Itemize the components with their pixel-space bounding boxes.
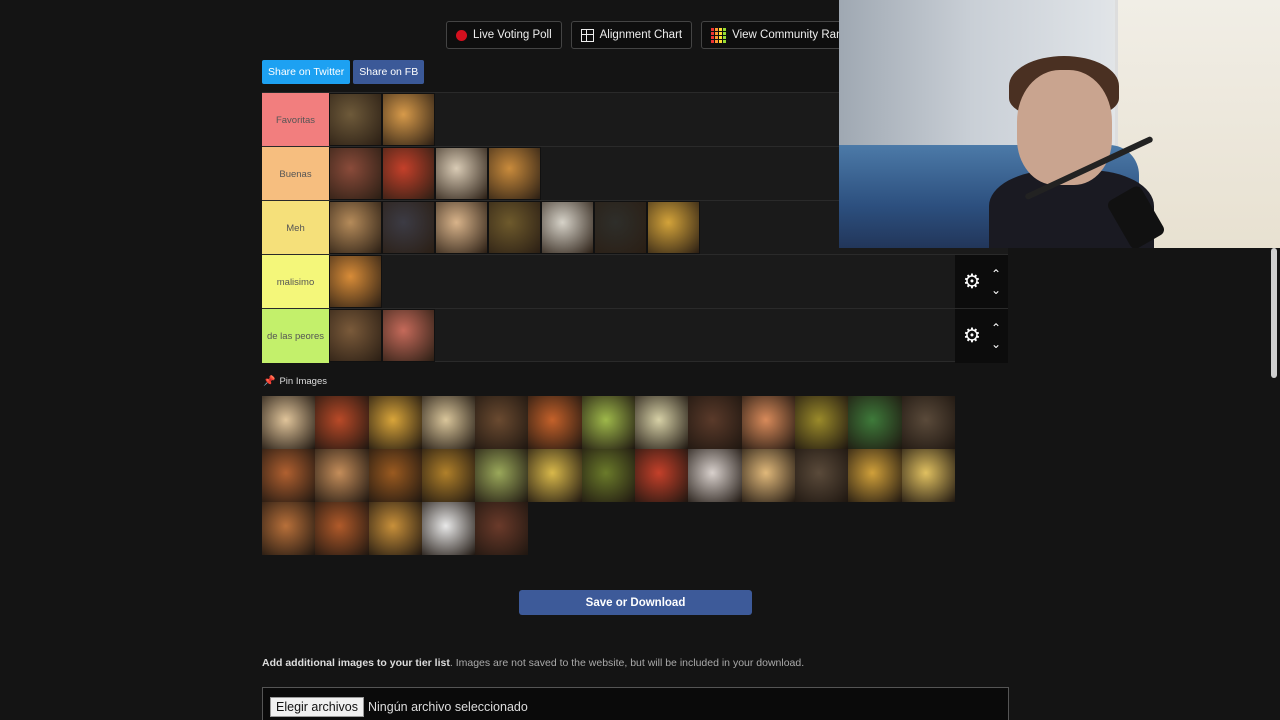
- pin-images-toggle[interactable]: 📌 Pin Images: [263, 376, 327, 387]
- food-image-tile[interactable]: [488, 147, 541, 200]
- chevron-down-icon[interactable]: ⌄: [991, 337, 1001, 351]
- pin-icon: 📌: [263, 376, 276, 387]
- pool-image-tile[interactable]: [421, 449, 476, 502]
- live-voting-poll-label: Live Voting Poll: [473, 29, 552, 41]
- food-image-tile[interactable]: [329, 147, 382, 200]
- chevron-up-icon[interactable]: ⌃: [991, 267, 1001, 281]
- chevron-down-icon[interactable]: ⌄: [991, 283, 1001, 297]
- record-dot-icon: [456, 29, 467, 41]
- food-image-tile[interactable]: [382, 309, 435, 362]
- pool-image-tile[interactable]: [528, 396, 582, 449]
- pool-image-tile[interactable]: [741, 449, 795, 502]
- live-voting-poll-button[interactable]: Live Voting Poll: [446, 21, 562, 49]
- food-image-tile[interactable]: [382, 147, 435, 200]
- tier-label[interactable]: malisimo: [262, 255, 329, 309]
- tier-controls: ⚙ ⌃ ⌄: [955, 255, 1008, 309]
- pool-image-tile[interactable]: [635, 396, 689, 449]
- pool-image-tile[interactable]: [635, 449, 689, 502]
- pool-image-tile[interactable]: [794, 396, 849, 449]
- tier-items: [329, 93, 435, 146]
- gear-icon[interactable]: ⚙: [961, 271, 983, 293]
- share-fb-button[interactable]: Share on FB: [353, 60, 425, 84]
- pool-image-tile[interactable]: [475, 449, 529, 502]
- tier-label[interactable]: de las peores: [262, 309, 329, 363]
- pool-image-tile[interactable]: [262, 396, 316, 449]
- view-community-rank-label: View Community Rank: [732, 29, 849, 41]
- tier-label[interactable]: Buenas: [262, 147, 329, 201]
- food-image-tile[interactable]: [329, 201, 382, 254]
- tier-label[interactable]: Favoritas: [262, 93, 329, 147]
- tier-items: [329, 255, 382, 308]
- webcam-person: [989, 56, 1167, 248]
- page-scrollbar[interactable]: [1271, 248, 1277, 378]
- pool-image-tile[interactable]: [581, 396, 636, 449]
- share-buttons: Share on Twitter Share on FB: [262, 60, 425, 84]
- food-image-tile[interactable]: [594, 201, 647, 254]
- file-input: Elegir archivos Ningún archivo seleccion…: [262, 687, 1009, 720]
- food-image-tile[interactable]: [435, 147, 488, 200]
- pool-image-tile[interactable]: [368, 449, 422, 502]
- pool-image-tile[interactable]: [688, 396, 742, 449]
- add-images-info-rest: . Images are not saved to the website, b…: [449, 657, 805, 669]
- food-image-tile[interactable]: [647, 201, 700, 254]
- pool-image-tile[interactable]: [421, 396, 476, 449]
- add-images-info-bold: Add additional images to your tier list: [262, 657, 450, 669]
- food-image-tile[interactable]: [435, 201, 488, 254]
- webcam-overlay: [839, 0, 1280, 248]
- food-image-tile[interactable]: [541, 201, 594, 254]
- pin-images-label: Pin Images: [279, 376, 327, 387]
- alignment-chart-label: Alignment Chart: [599, 29, 683, 41]
- choose-files-button[interactable]: Elegir archivos: [270, 697, 364, 717]
- grid-icon: [580, 28, 594, 42]
- pool-image-tile[interactable]: [368, 502, 422, 555]
- tier-row: malisimo ⚙ ⌃ ⌄: [262, 254, 1008, 309]
- pool-image-tile[interactable]: [741, 396, 795, 449]
- pool-image-tile[interactable]: [262, 502, 316, 555]
- tier-row: de las peores ⚙ ⌃ ⌄: [262, 308, 1008, 363]
- pool-image-tile[interactable]: [315, 396, 369, 449]
- file-status: Ningún archivo seleccionado: [367, 700, 528, 714]
- food-image-tile[interactable]: [329, 93, 382, 146]
- pool-image-tile[interactable]: [901, 396, 955, 449]
- pool-image-tile[interactable]: [848, 449, 902, 502]
- pool-image-tile[interactable]: [581, 449, 636, 502]
- food-image-tile[interactable]: [382, 93, 435, 146]
- save-download-button[interactable]: Save or Download: [519, 590, 752, 615]
- pool-image-tile[interactable]: [528, 449, 582, 502]
- tier-controls: ⚙ ⌃ ⌄: [955, 309, 1008, 363]
- pool-image-tile[interactable]: [421, 502, 476, 555]
- pool-image-tile[interactable]: [315, 449, 369, 502]
- image-pool: [262, 396, 1008, 555]
- alignment-chart-button[interactable]: Alignment Chart: [570, 21, 693, 49]
- pool-image-tile[interactable]: [368, 396, 422, 449]
- tier-items: [329, 201, 700, 254]
- pool-image-tile[interactable]: [475, 502, 529, 555]
- view-community-rank-button[interactable]: View Community Rank: [701, 21, 859, 49]
- pool-image-tile[interactable]: [848, 396, 902, 449]
- pool-image-tile[interactable]: [475, 396, 529, 449]
- share-twitter-button[interactable]: Share on Twitter: [262, 60, 351, 84]
- tier-label[interactable]: Meh: [262, 201, 329, 255]
- tier-items: [329, 309, 435, 362]
- food-image-tile[interactable]: [329, 309, 382, 362]
- add-images-info: Add additional images to your tier list.…: [262, 657, 804, 669]
- pool-image-tile[interactable]: [794, 449, 849, 502]
- pool-image-tile[interactable]: [688, 449, 742, 502]
- tier-items: [329, 147, 541, 200]
- top-toolbar: Live Voting Poll Alignment Chart View Co…: [446, 21, 859, 49]
- food-image-tile[interactable]: [382, 201, 435, 254]
- food-image-tile[interactable]: [329, 255, 382, 308]
- colorful-grid-icon: [711, 27, 727, 43]
- gear-icon[interactable]: ⚙: [961, 325, 983, 347]
- pool-image-tile[interactable]: [315, 502, 369, 555]
- pool-image-tile[interactable]: [262, 449, 316, 502]
- food-image-tile[interactable]: [488, 201, 541, 254]
- chevron-up-icon[interactable]: ⌃: [991, 321, 1001, 335]
- pool-image-tile[interactable]: [901, 449, 955, 502]
